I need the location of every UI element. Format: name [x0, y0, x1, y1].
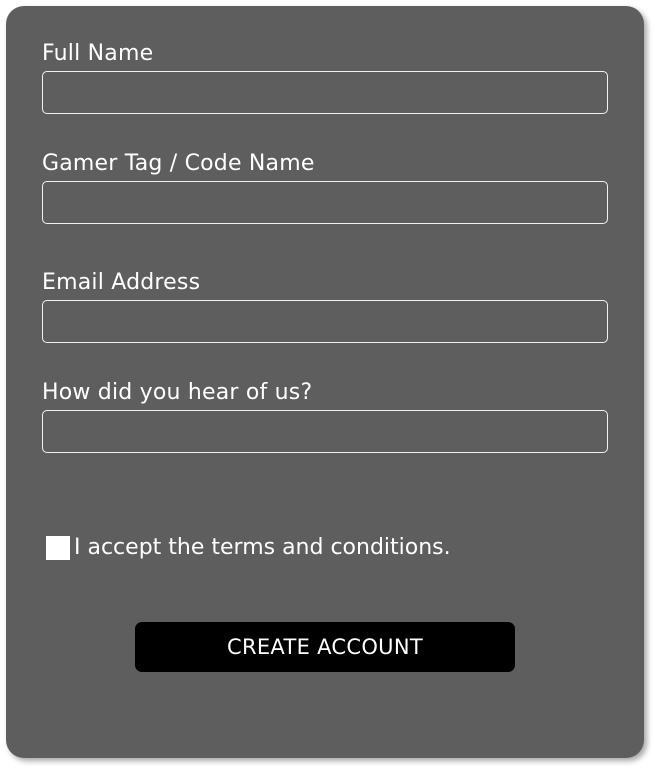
email-input[interactable] — [42, 300, 608, 343]
terms-checkbox[interactable] — [46, 536, 70, 560]
gamer-tag-input[interactable] — [42, 181, 608, 224]
referral-source-label: How did you hear of us? — [42, 380, 313, 405]
terms-row: I accept the terms and conditions. — [46, 535, 451, 561]
signup-form-panel: Full Name Gamer Tag / Code Name Email Ad… — [6, 6, 644, 758]
create-account-button[interactable]: CREATE ACCOUNT — [135, 622, 515, 672]
terms-label: I accept the terms and conditions. — [74, 535, 451, 560]
full-name-label: Full Name — [42, 41, 154, 66]
email-label: Email Address — [42, 270, 201, 295]
referral-source-input[interactable] — [42, 410, 608, 453]
gamer-tag-label: Gamer Tag / Code Name — [42, 151, 315, 176]
full-name-input[interactable] — [42, 71, 608, 114]
